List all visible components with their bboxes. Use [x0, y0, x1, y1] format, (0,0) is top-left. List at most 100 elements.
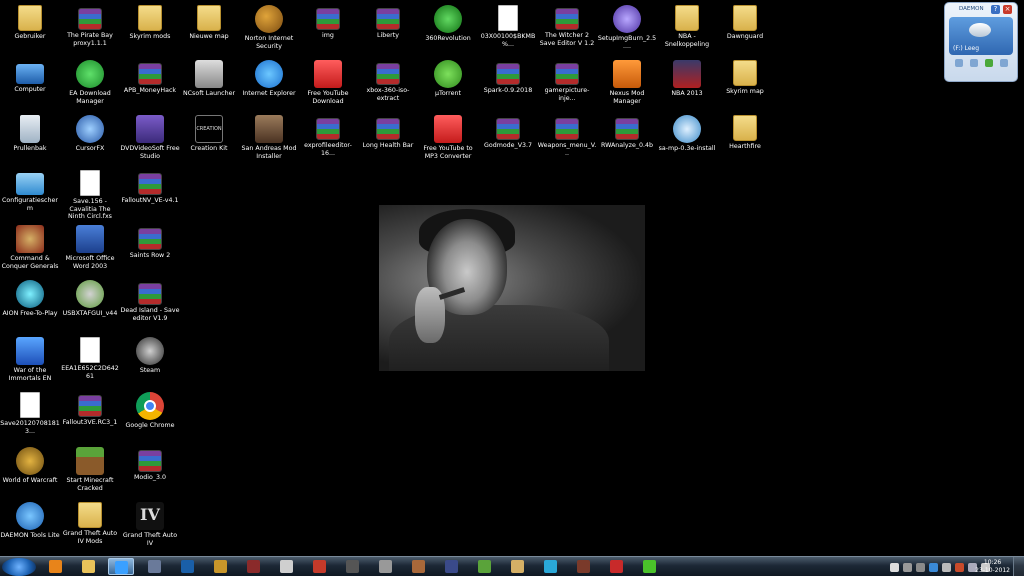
- show-desktop-button[interactable]: [1013, 557, 1024, 576]
- desktop-icon[interactable]: Skyrim mods: [120, 3, 180, 61]
- desktop-icon[interactable]: RWAnalyze_0.4b: [597, 113, 657, 171]
- desktop-icon[interactable]: Nexus Mod Manager: [597, 58, 657, 116]
- desktop-icon[interactable]: Long Health Bar: [358, 113, 418, 171]
- taskbar-button-app-red[interactable]: [306, 558, 332, 575]
- desktop-icon[interactable]: NCsoft Launcher: [179, 58, 239, 116]
- taskbar-button-photoshop[interactable]: [174, 558, 200, 575]
- taskbar-button-media-player[interactable]: [42, 558, 68, 575]
- desktop-icon[interactable]: EEA1E652C2D64261: [60, 335, 120, 393]
- desktop-icon[interactable]: 360Revolution: [418, 3, 478, 61]
- desktop-icon[interactable]: Prullenbak: [0, 113, 60, 171]
- desktop-icon[interactable]: APB_MoneyHack: [120, 58, 180, 116]
- taskbar-button-minecraft[interactable]: [471, 558, 497, 575]
- desktop-icon[interactable]: Configuratiescherm: [0, 168, 60, 226]
- folder-icon: [18, 5, 42, 31]
- desktop-icon[interactable]: Weapons_menu_V...: [537, 113, 597, 171]
- document-icon: [498, 5, 518, 31]
- tray-network-icon[interactable]: [942, 562, 951, 572]
- unmount-icon[interactable]: [969, 59, 978, 67]
- close-icon[interactable]: ×: [1003, 5, 1012, 14]
- desktop-icon[interactable]: EA Download Manager: [60, 58, 120, 116]
- daemon-tools-gadget[interactable]: DAEMON ? × (F:) Leeg: [944, 2, 1018, 82]
- desktop-icon[interactable]: Steam: [120, 335, 180, 393]
- desktop-icon[interactable]: Norton Internet Security: [239, 3, 299, 61]
- desktop-icon[interactable]: IV Grand Theft Auto IV: [120, 500, 180, 558]
- desktop-icon[interactable]: War of the Immortals EN: [0, 335, 60, 393]
- tray-app-icon[interactable]: [955, 562, 964, 572]
- desktop-icon[interactable]: Free YouTube Download: [298, 58, 358, 116]
- nexus-icon: [613, 60, 641, 88]
- add-icon[interactable]: [984, 59, 993, 67]
- desktop-icon[interactable]: Save20120708181​3...: [0, 390, 60, 448]
- desktop-icon[interactable]: Hearthfire: [715, 113, 775, 171]
- desktop-icon[interactable]: Dawnguard: [715, 3, 775, 61]
- taskbar-button-internet-explorer[interactable]: [108, 558, 134, 575]
- desktop-icon[interactable]: SetupImgBurn_2.5....: [597, 3, 657, 61]
- desktop-icon[interactable]: Microsoft Office Word 2003: [60, 223, 120, 281]
- desktop-icon[interactable]: Spark-0.9.2018: [478, 58, 538, 116]
- desktop-icon[interactable]: exprofileeditor-16...: [298, 113, 358, 171]
- start-button[interactable]: [2, 558, 36, 576]
- desktop-icon[interactable]: Grand Theft Auto IV Mods: [60, 500, 120, 558]
- desktop-icon[interactable]: Start Minecraft Cracked: [60, 445, 120, 503]
- desktop-icon[interactable]: Nieuwe map: [179, 3, 239, 61]
- help-icon[interactable]: ?: [991, 5, 1000, 14]
- taskbar-button-app-shield[interactable]: [438, 558, 464, 575]
- desktop-icon[interactable]: Computer: [0, 58, 60, 116]
- taskbar-button-gta4[interactable]: [372, 558, 398, 575]
- taskbar-button-aion[interactable]: [537, 558, 563, 575]
- desktop-icon[interactable]: Saints Row 2: [120, 223, 180, 281]
- desktop-icon[interactable]: xbox-360-iso-extract: [358, 58, 418, 116]
- desktop-icon[interactable]: µTorrent: [418, 58, 478, 116]
- taskbar-button-app-face2[interactable]: [570, 558, 596, 575]
- desktop-icon[interactable]: DAEMON Tools Lite: [0, 500, 60, 558]
- desktop-icon[interactable]: San Andreas Mod Installer: [239, 113, 299, 171]
- desktop-icon[interactable]: Skyrim map: [715, 58, 775, 116]
- taskbar-button-command-conquer[interactable]: [504, 558, 530, 575]
- desktop-icon[interactable]: Free YouTube to MP3 Converter: [418, 113, 478, 171]
- desktop-icon[interactable]: NBA - Snelkoppeling: [657, 3, 717, 61]
- desktop-icon[interactable]: gamerpicture-inje...: [537, 58, 597, 116]
- mount-icon[interactable]: [954, 59, 963, 67]
- desktop-icon[interactable]: World of Warcraft: [0, 445, 60, 503]
- taskbar-button-skyrim[interactable]: [273, 558, 299, 575]
- desktop-icon[interactable]: FalloutNV_VE-v4.1: [120, 168, 180, 226]
- desktop-icon[interactable]: sa-mp-0.3e-install: [657, 113, 717, 171]
- desktop-icon[interactable]: Fallout3VE.RC3_1: [60, 390, 120, 448]
- desktop-icon[interactable]: CREATION Creation Kit: [179, 113, 239, 171]
- taskbar-button-utorrent[interactable]: [636, 558, 662, 575]
- taskbar-button-app-gear[interactable]: [603, 558, 629, 575]
- desktop-icon[interactable]: NBA 2013: [657, 58, 717, 116]
- taskbar-button-app-face[interactable]: [405, 558, 431, 575]
- desktop-icon[interactable]: Command & Conquer Generals: [0, 223, 60, 281]
- desktop-icon[interactable]: Godmode_V3.7: [478, 113, 538, 171]
- tray-notes-icon[interactable]: [890, 562, 899, 572]
- desktop-icon[interactable]: The Witcher 2 Save Editor V 1.2: [537, 3, 597, 61]
- taskbar-button-app-dark[interactable]: [339, 558, 365, 575]
- desktop-icon[interactable]: Google Chrome: [120, 390, 180, 448]
- taskbar-button-woi[interactable]: [141, 558, 167, 575]
- desktop-icon[interactable]: Liberty: [358, 3, 418, 61]
- desktop-icon[interactable]: AION Free-To-Play: [0, 278, 60, 336]
- taskbar-button-app-skull[interactable]: [240, 558, 266, 575]
- settings-icon[interactable]: [999, 59, 1008, 67]
- desktop-icon[interactable]: Save.156 - Cavalitia The Ninth Circl.fxs: [60, 168, 120, 226]
- archive-icon: [138, 173, 162, 195]
- clock[interactable]: 10:26 23-10-2012: [975, 559, 1010, 575]
- desktop-icon[interactable]: USBXTAFGUI_v44: [60, 278, 120, 336]
- taskbar-button-explorer[interactable]: [75, 558, 101, 575]
- virtual-drive[interactable]: (F:) Leeg: [949, 17, 1013, 55]
- desktop-icon[interactable]: Dead Island - Save editor V1.9: [120, 278, 180, 336]
- desktop-icon[interactable]: Modio_3.0: [120, 445, 180, 503]
- desktop-icon[interactable]: img: [298, 3, 358, 61]
- desktop-icon[interactable]: DVDVideoSoft Free Studio: [120, 113, 180, 171]
- tray-shield-icon[interactable]: [929, 562, 938, 572]
- tray-arrow-icon[interactable]: [903, 562, 912, 572]
- desktop-icon[interactable]: 03X00100$BKMB%...: [478, 3, 538, 61]
- tray-battery-icon[interactable]: [916, 562, 925, 572]
- desktop-icon[interactable]: The Pirate Bay proxy1.1.1: [60, 3, 120, 61]
- taskbar-button-warcraft[interactable]: [207, 558, 233, 575]
- desktop-icon[interactable]: Gebruiker: [0, 3, 60, 61]
- desktop-icon[interactable]: Internet Explorer: [239, 58, 299, 116]
- desktop-icon[interactable]: CursorFX: [60, 113, 120, 171]
